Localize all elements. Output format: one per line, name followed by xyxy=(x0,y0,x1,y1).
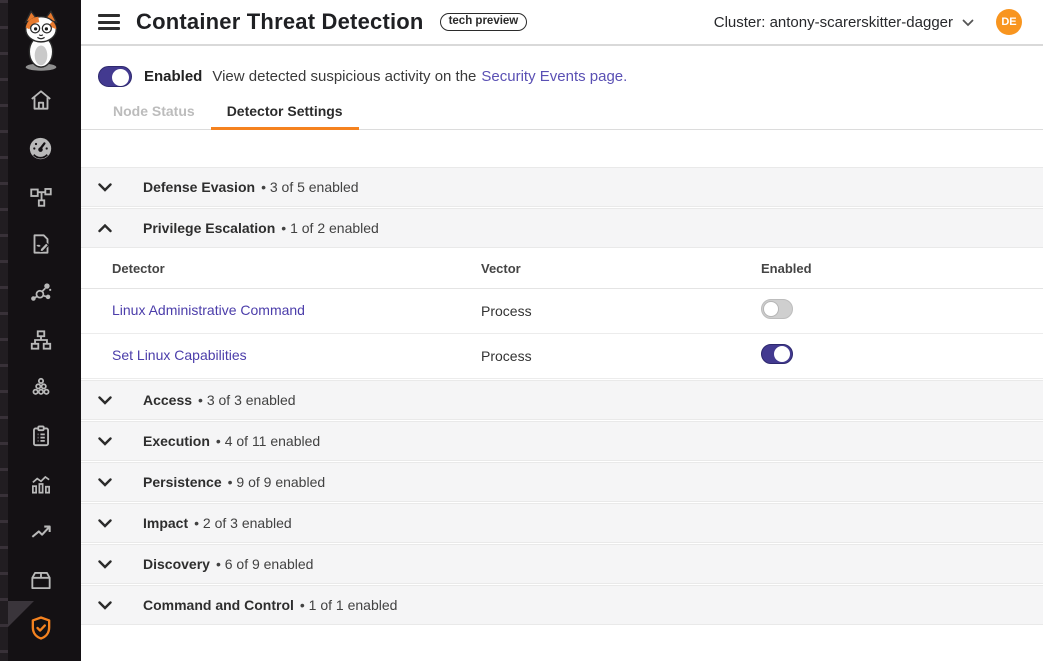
detector-table-header: Detector Vector Enabled xyxy=(81,249,1043,289)
detector-toggle-linux-administrative-command[interactable] xyxy=(761,299,793,319)
sidebar-item-home[interactable] xyxy=(0,76,81,124)
enabled-toggle[interactable] xyxy=(98,66,132,87)
accordion-section-defense-evasion[interactable]: Defense Evasion • 3 of 5 enabled xyxy=(81,167,1043,207)
column-vector: Vector xyxy=(481,261,761,276)
service-graph-icon xyxy=(28,279,54,305)
chevron-down-icon xyxy=(98,519,112,528)
calico-cat-logo[interactable] xyxy=(0,0,81,76)
network-policies-icon xyxy=(28,183,54,209)
left-edge-strip xyxy=(0,0,8,661)
column-enabled: Enabled xyxy=(761,261,1043,276)
detection-toolbar: Enabled View detected suspicious activit… xyxy=(81,46,1043,130)
security-events-link[interactable]: Security Events page. xyxy=(481,68,627,85)
compliance-clipboard-icon xyxy=(28,423,54,449)
sidebar-item-trends[interactable] xyxy=(0,508,81,556)
tab-bar: Node Status Detector Settings xyxy=(81,103,1043,129)
topology-icon xyxy=(28,327,54,353)
sidebar xyxy=(0,0,81,661)
chevron-down-icon xyxy=(98,183,112,192)
threat-defense-shield-icon xyxy=(27,614,55,642)
dashboard-gauge-icon xyxy=(27,135,54,162)
accordion-section-persistence[interactable]: Persistence • 9 of 9 enabled xyxy=(81,462,1043,502)
cluster-label: Cluster: antony-scarerskitter-dagger xyxy=(714,14,953,31)
sidebar-item-statistics[interactable] xyxy=(0,460,81,508)
accordion-section-discovery[interactable]: Discovery • 6 of 9 enabled xyxy=(81,544,1043,584)
cluster-selector[interactable]: Cluster: antony-scarerskitter-dagger xyxy=(714,14,974,31)
sidebar-item-nodes[interactable] xyxy=(0,364,81,412)
accordion-section-execution[interactable]: Execution • 4 of 11 enabled xyxy=(81,421,1043,461)
reports-edit-icon xyxy=(28,231,54,257)
table-row: Set Linux Capabilities Process xyxy=(81,334,1043,379)
accordion-section-impact[interactable]: Impact • 2 of 3 enabled xyxy=(81,503,1043,543)
accordion-section-privilege-escalation[interactable]: Privilege Escalation • 1 of 2 enabled xyxy=(81,208,1043,248)
main-area: Container Threat Detection tech preview … xyxy=(81,0,1043,661)
column-detector: Detector xyxy=(81,261,481,276)
chevron-down-icon xyxy=(98,437,112,446)
sidebar-item-topology[interactable] xyxy=(0,316,81,364)
enabled-label: Enabled xyxy=(144,68,202,85)
detector-toggle-set-linux-capabilities[interactable] xyxy=(761,344,793,364)
tab-detector-settings[interactable]: Detector Settings xyxy=(211,103,359,130)
detector-link-set-linux-capabilities[interactable]: Set Linux Capabilities xyxy=(112,347,247,363)
chevron-down-icon xyxy=(98,601,112,610)
sidebar-item-service-graph[interactable] xyxy=(0,268,81,316)
tech-preview-badge: tech preview xyxy=(440,13,528,32)
statistics-chart-icon xyxy=(28,471,54,497)
chevron-down-icon xyxy=(98,478,112,487)
app-root: Container Threat Detection tech preview … xyxy=(0,0,1043,661)
vector-cell: Process xyxy=(481,303,761,319)
user-avatar[interactable]: DE xyxy=(996,9,1022,35)
table-row: Linux Administrative Command Process xyxy=(81,289,1043,334)
sidebar-item-network-policies[interactable] xyxy=(0,172,81,220)
detector-settings-content: Defense Evasion • 3 of 5 enabled Privile… xyxy=(81,130,1043,626)
workloads-box-icon xyxy=(28,567,54,593)
detector-table: Detector Vector Enabled Linux Administra… xyxy=(81,249,1043,379)
tab-node-status[interactable]: Node Status xyxy=(97,103,211,130)
enabled-description: View detected suspicious activity on the xyxy=(212,68,476,85)
home-icon xyxy=(28,87,54,113)
chevron-down-icon xyxy=(98,560,112,569)
accordion-section-access[interactable]: Access • 3 of 3 enabled xyxy=(81,380,1043,420)
accordion-section-command-and-control[interactable]: Command and Control • 1 of 1 enabled xyxy=(81,585,1043,625)
sidebar-item-compliance[interactable] xyxy=(0,412,81,460)
nodes-cluster-icon xyxy=(28,375,54,401)
detector-link-linux-administrative-command[interactable]: Linux Administrative Command xyxy=(112,302,305,318)
sidebar-item-reports[interactable] xyxy=(0,220,81,268)
chevron-down-icon xyxy=(98,396,112,405)
topbar: Container Threat Detection tech preview … xyxy=(81,0,1043,46)
sidebar-item-workloads[interactable] xyxy=(0,556,81,604)
chevron-down-icon xyxy=(962,14,974,31)
hamburger-menu-icon[interactable] xyxy=(98,14,120,30)
trends-arrow-icon xyxy=(28,519,54,545)
sidebar-item-dashboard[interactable] xyxy=(0,124,81,172)
chevron-up-icon xyxy=(98,224,112,233)
sidebar-nav xyxy=(0,76,81,652)
vector-cell: Process xyxy=(481,348,761,364)
page-title: Container Threat Detection xyxy=(136,9,424,35)
